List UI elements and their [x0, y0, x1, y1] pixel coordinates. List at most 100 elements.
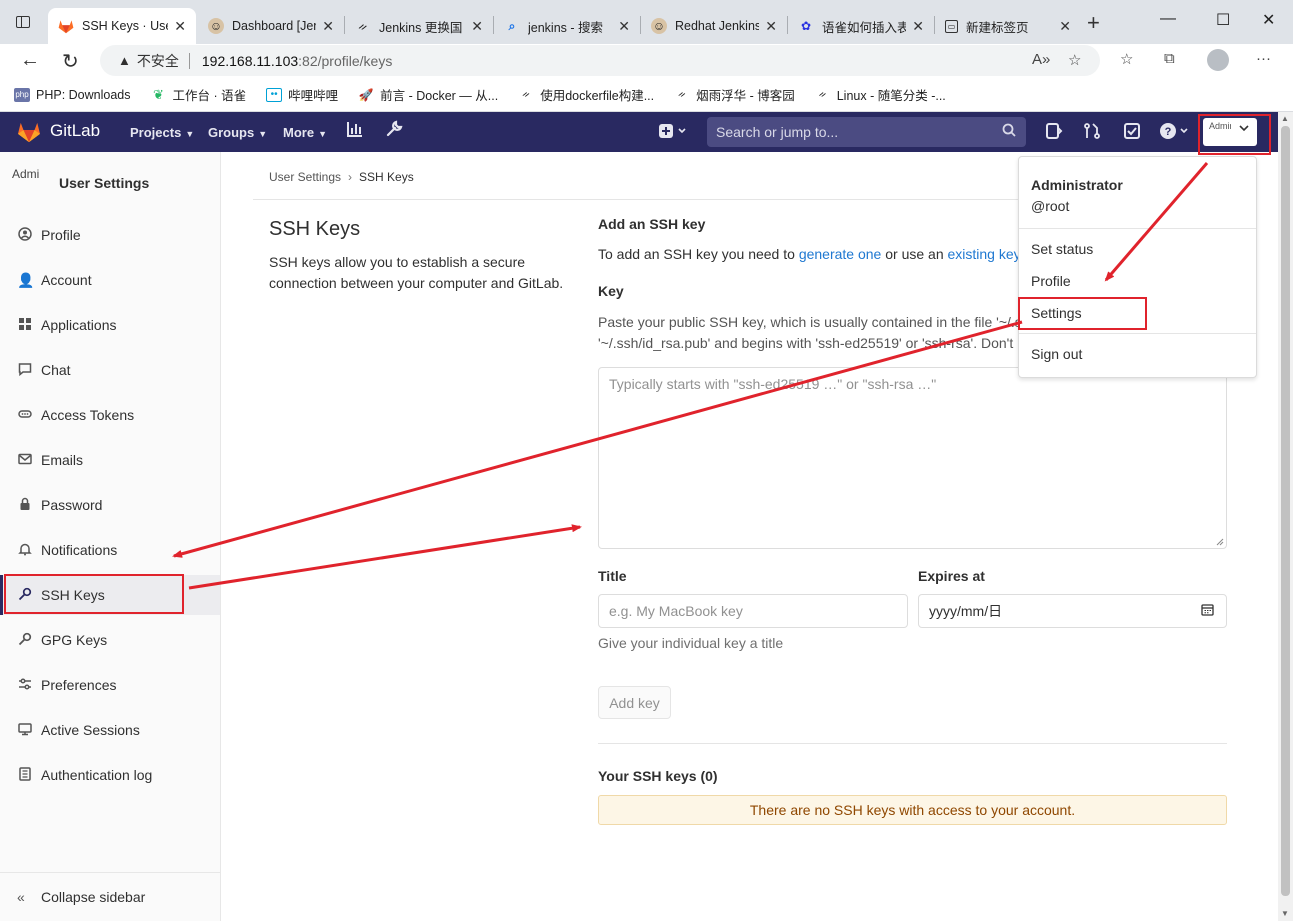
read-aloud-icon[interactable]: A» [1032, 51, 1050, 68]
calendar-icon[interactable] [1201, 603, 1214, 619]
sidebar-item-label: Preferences [41, 677, 117, 693]
yuque-icon: ᨀ [522, 89, 531, 100]
sidebar-item-label: Profile [41, 227, 81, 243]
key-textarea[interactable] [598, 367, 1227, 549]
close-icon[interactable]: ✕ [618, 18, 630, 35]
sidebar-item-preferences[interactable]: Preferences [0, 665, 220, 705]
nav-projects[interactable]: Projects ▼ [130, 125, 194, 140]
sidebar-item-password[interactable]: Password [0, 485, 220, 525]
sidebar-item-label: Active Sessions [41, 722, 140, 738]
sidebar-item-profile[interactable]: Profile [0, 215, 220, 255]
breadcrumb: User Settings › SSH Keys [269, 170, 414, 184]
bookmark-item[interactable]: •• 哔哩哔哩 [266, 85, 338, 104]
browser-tab-jenkins-mirror[interactable]: ᨀ Jenkins 更换国 ✕ [345, 8, 493, 44]
existing-key-link[interactable]: existing key [948, 246, 1020, 262]
dropdown-user-name[interactable]: Administrator [1031, 177, 1123, 193]
browser-tab-yuque-table[interactable]: ✿ 语雀如何插入表 ✕ [788, 8, 934, 44]
sidebar-item-applications[interactable]: Applications [0, 305, 220, 345]
jenkins-icon: ☺ [651, 18, 667, 34]
newtab-icon: ▭ [945, 19, 958, 33]
sidebar-item-notifications[interactable]: Notifications [0, 530, 220, 570]
browser-tab-ssh-keys[interactable]: SSH Keys · User ✕ [48, 8, 196, 44]
sidebar-item-chat[interactable]: Chat [0, 350, 220, 390]
generate-one-link[interactable]: generate one [799, 246, 882, 262]
bookmark-item[interactable]: ᨀ 烟雨浮华 - 博客园 [674, 85, 795, 104]
sidebar-item-label: Chat [41, 362, 71, 378]
merge-requests-icon[interactable] [1083, 122, 1101, 145]
activity-chart-icon[interactable] [346, 120, 364, 143]
bookmark-item[interactable]: 🚀 前言 - Docker — 从... [358, 85, 499, 104]
new-tab-button[interactable]: + [1087, 10, 1100, 36]
breadcrumb-current[interactable]: SSH Keys [359, 170, 414, 184]
page-scrollbar[interactable]: ▲ ▼ [1278, 112, 1293, 921]
close-icon[interactable]: ✕ [765, 18, 777, 35]
sidebar-header[interactable]: Admi User Settings [0, 152, 220, 214]
close-icon[interactable]: ✕ [471, 18, 483, 35]
title-help-text: Give your individual key a title [598, 635, 784, 651]
search-input[interactable]: Search or jump to... [707, 117, 1026, 147]
svg-text:?: ? [1165, 126, 1172, 138]
bookmark-item[interactable]: ᨀ Linux - 随笔分类 -... [815, 85, 946, 104]
close-window-icon[interactable]: ✕ [1262, 10, 1275, 30]
browser-tab-new[interactable]: ▭ 新建标签页 ✕ [935, 8, 1081, 44]
new-plus-icon[interactable] [659, 122, 687, 145]
scroll-thumb[interactable] [1281, 126, 1290, 896]
url-field[interactable]: ▲ 不安全 192.168.11.103 :82/profile/keys A»… [100, 45, 1100, 76]
profile-menu-item[interactable]: Profile [1031, 273, 1071, 289]
close-icon[interactable]: ✕ [1059, 18, 1071, 35]
yuque-icon: ᨀ [818, 89, 827, 100]
back-icon[interactable]: ← [20, 49, 40, 72]
scroll-up-icon[interactable]: ▲ [1281, 114, 1289, 123]
resize-handle-icon[interactable] [1216, 538, 1224, 546]
browser-tab-search[interactable]: ⌕ jenkins - 搜索 ✕ [494, 8, 640, 44]
sidebar-item-gpg-keys[interactable]: GPG Keys [0, 620, 220, 660]
reload-icon[interactable]: ↻ [62, 49, 79, 74]
minimize-icon[interactable]: — [1160, 10, 1176, 28]
title-input[interactable] [598, 594, 908, 628]
bookmark-item[interactable]: php PHP: Downloads [14, 87, 131, 102]
close-icon[interactable]: ✕ [174, 18, 186, 35]
admin-wrench-icon[interactable] [385, 120, 403, 143]
collections-icon[interactable]: ⧉ [1164, 50, 1175, 67]
sidebar-item-emails[interactable]: Emails [0, 440, 220, 480]
sidebar-item-access-tokens[interactable]: Access Tokens [0, 395, 220, 435]
key-help-line: Paste your public SSH key, which is usua… [598, 314, 1018, 330]
bookmark-item[interactable]: ❦ 工作台 · 语雀 [151, 85, 247, 104]
sidebar-item-account[interactable]: 👤 Account [0, 260, 220, 300]
bookmark-label: 使用dockerfile构建... [540, 89, 655, 103]
close-icon[interactable]: ✕ [322, 18, 334, 35]
divider [598, 743, 1227, 744]
collapse-sidebar-button[interactable]: « Collapse sidebar [0, 872, 220, 921]
gitlab-title[interactable]: GitLab [50, 121, 100, 141]
chevron-down-icon: ▼ [318, 129, 327, 139]
gitlab-logo-icon[interactable] [16, 121, 42, 143]
browser-tab-redhat-jenkins[interactable]: ☺ Redhat Jenkins ✕ [641, 8, 787, 44]
tab-actions-icon[interactable] [16, 16, 30, 28]
sign-out-menu-item[interactable]: Sign out [1031, 346, 1082, 362]
add-favorite-icon[interactable]: ☆ [1068, 51, 1081, 69]
issues-icon[interactable] [1045, 122, 1063, 145]
scroll-down-icon[interactable]: ▼ [1281, 909, 1289, 918]
dropdown-username[interactable]: @root [1031, 198, 1069, 214]
bookmark-label: 工作台 · 语雀 [172, 89, 247, 103]
breadcrumb-parent[interactable]: User Settings [269, 170, 341, 184]
nav-more[interactable]: More ▼ [283, 125, 327, 140]
add-key-button[interactable]: Add key [598, 686, 671, 719]
sidebar-item-active-sessions[interactable]: Active Sessions [0, 710, 220, 750]
browser-tab-dashboard[interactable]: ☺ Dashboard [Jen ✕ [198, 8, 344, 44]
expires-date-input[interactable]: yyyy/mm/日 [918, 594, 1227, 628]
profile-avatar-icon[interactable] [1207, 49, 1229, 71]
todo-icon[interactable] [1123, 122, 1141, 145]
nav-label: More [283, 125, 315, 140]
sidebar-item-authentication-log[interactable]: Authentication log [0, 755, 220, 795]
more-icon[interactable]: ··· [1256, 50, 1271, 67]
close-icon[interactable]: ✕ [912, 18, 924, 35]
nav-groups[interactable]: Groups ▼ [208, 125, 267, 140]
maximize-icon[interactable]: ☐ [1216, 10, 1230, 30]
help-icon[interactable]: ? [1159, 122, 1191, 145]
bookmark-item[interactable]: ᨀ 使用dockerfile构建... [518, 85, 654, 104]
set-status-menu-item[interactable]: Set status [1031, 241, 1093, 257]
url-host: 192.168.11.103 [201, 52, 299, 69]
favorites-icon[interactable]: ☆ [1120, 50, 1133, 68]
gitlab-icon [58, 18, 74, 34]
